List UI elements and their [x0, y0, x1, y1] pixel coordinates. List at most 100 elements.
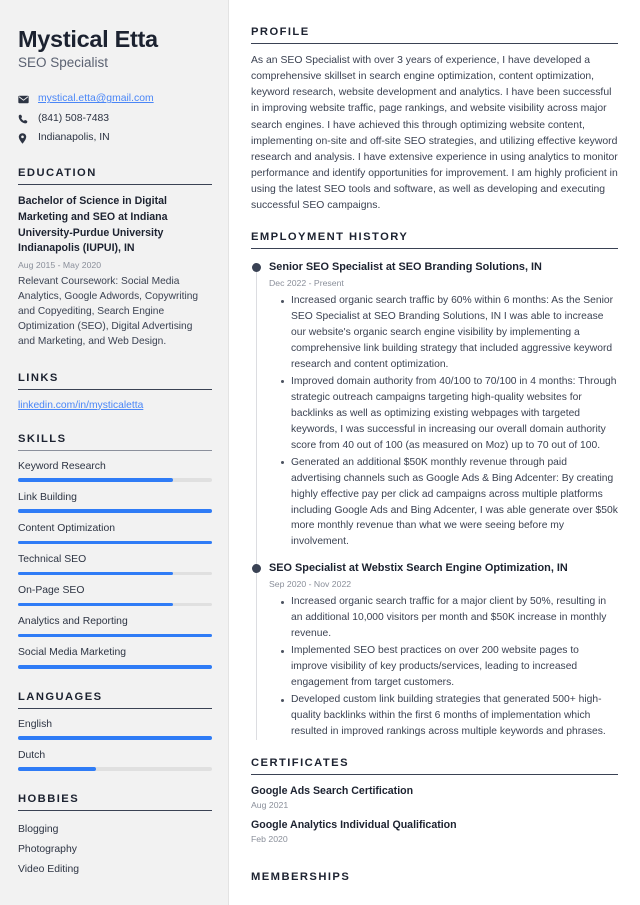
skill-level-track: [18, 664, 212, 669]
skill-level-fill: [18, 664, 212, 669]
section-education: EDUCATION Bachelor of Science in Digital…: [18, 167, 212, 349]
employment-bullet-list: Increased organic search traffic by 60% …: [269, 293, 618, 550]
section-links: LINKS linkedin.com/in/mysticaletta: [18, 372, 212, 411]
section-heading-education: EDUCATION: [18, 167, 97, 180]
language-item: English: [18, 718, 212, 740]
envelope-icon: [18, 95, 33, 104]
skill-item: Technical SEO: [18, 553, 212, 576]
sidebar: Mystical Etta SEO Specialist mystical.et…: [0, 0, 229, 905]
list-item: Improved domain authority from 40/100 to…: [281, 374, 618, 454]
skill-level-track: [18, 633, 212, 638]
language-level-fill: [18, 767, 96, 771]
phone-icon: [18, 114, 33, 124]
list-item: Increased organic search traffic for a m…: [281, 594, 618, 642]
location-text: Indianapolis, IN: [38, 132, 110, 144]
skill-item: Analytics and Reporting: [18, 615, 212, 638]
skill-level-track: [18, 571, 212, 576]
skill-level-track: [18, 478, 212, 482]
certificate-name: Google Ads Search Certification: [251, 784, 414, 797]
contact-item-location: Indianapolis, IN: [18, 131, 212, 145]
employment-entry: Senior SEO Specialist at SEO Branding So…: [251, 260, 618, 550]
skills-list: Keyword Research Link Building Content Opt…: [18, 451, 212, 669]
certificate-date: Feb 2020: [251, 834, 288, 845]
hobby-item: Blogging: [18, 823, 59, 835]
list-item: linkedin.com/in/mysticaletta: [18, 400, 212, 411]
section-heading-languages: LANGUAGES: [18, 690, 103, 703]
skill-level-track: [18, 540, 212, 545]
linkedin-link[interactable]: linkedin.com/in/mysticaletta: [18, 400, 143, 411]
certificate-name: Google Analytics Individual Qualificatio…: [251, 819, 457, 832]
skill-label: Link Building: [18, 491, 77, 503]
section-heading-links: LINKS: [18, 371, 59, 384]
phone-number: (841) 508-7483: [38, 112, 110, 124]
section-heading-memberships: MEMBERSHIPS: [251, 871, 351, 884]
skill-label: Content Optimization: [18, 523, 116, 535]
hobbies-list: Blogging Photography Video Editing: [18, 811, 212, 880]
list-item: Generated an additional $50K monthly rev…: [281, 455, 618, 551]
section-certificates: CERTIFICATES Google Ads Search Certifica…: [251, 756, 618, 845]
list-item: Increased organic search traffic by 60% …: [281, 293, 618, 373]
employment-date: Sep 2020 - Nov 2022: [269, 579, 352, 590]
language-label: English: [18, 718, 53, 730]
employment-timeline: Senior SEO Specialist at SEO Branding So…: [251, 260, 618, 740]
main-content: PROFILE As an SEO Specialist with over 3…: [229, 0, 640, 905]
section-skills: SKILLS Keyword Research Link Building Cont…: [18, 433, 212, 669]
skill-item: Link Building: [18, 491, 212, 514]
contact-item-phone: (841) 508-7483: [18, 112, 212, 126]
skill-item: On-Page SEO: [18, 584, 212, 607]
employment-entry: SEO Specialist at Webstix Search Engine …: [251, 561, 618, 740]
section-heading-skills: SKILLS: [18, 432, 67, 445]
section-languages: LANGUAGES English Dutch: [18, 691, 212, 771]
skill-label: Keyword Research: [18, 460, 106, 472]
language-label: Dutch: [18, 749, 46, 761]
section-heading-certificates: CERTIFICATES: [251, 756, 349, 769]
location-pin-icon: [18, 133, 33, 144]
skill-level-fill: [18, 571, 174, 576]
language-level-track: [18, 767, 212, 771]
certificate-entry: Google Ads Search Certification Aug 2021: [251, 784, 618, 810]
language-level-fill: [18, 736, 212, 740]
skill-item: Keyword Research: [18, 460, 212, 482]
list-item: Developed custom link building strategie…: [281, 692, 618, 740]
job-title-subtitle: SEO Specialist: [18, 55, 109, 71]
list-item: Implemented SEO best practices on over 2…: [281, 643, 618, 691]
section-heading-hobbies: HOBBIES: [18, 792, 80, 805]
skill-item: Content Optimization: [18, 522, 212, 545]
section-profile: PROFILE As an SEO Specialist with over 3…: [251, 26, 618, 214]
skill-level-track: [18, 509, 212, 514]
education-description: Relevant Coursework: Social Media Analyt…: [18, 275, 199, 347]
hobby-item: Photography: [18, 843, 77, 855]
section-heading-profile: PROFILE: [251, 26, 310, 38]
skill-label: Social Media Marketing: [18, 647, 126, 659]
hobby-item: Video Editing: [18, 863, 80, 875]
skill-label: Analytics and Reporting: [18, 616, 128, 628]
languages-list: English Dutch: [18, 709, 212, 771]
certificates-list: Google Ads Search Certification Aug 2021 G…: [251, 775, 618, 845]
skill-level-fill: [18, 602, 174, 607]
skill-item: Social Media Marketing: [18, 646, 212, 669]
education-degree: Bachelor of Science in Digital Marketing…: [18, 195, 168, 255]
page-title: Mystical Etta: [18, 26, 158, 52]
section-memberships: MEMBERSHIPS: [251, 871, 618, 888]
email-link[interactable]: mystical.etta@gmail.com: [38, 92, 154, 106]
contact-list: mystical.etta@gmail.com (841) 508-7483 I…: [18, 92, 212, 145]
skill-level-fill: [18, 633, 212, 638]
skill-label: Technical SEO: [18, 554, 87, 566]
section-hobbies: HOBBIES Blogging Photography Video Editing: [18, 793, 212, 880]
language-level-track: [18, 736, 212, 740]
contact-item-email: mystical.etta@gmail.com: [18, 92, 212, 106]
profile-text: As an SEO Specialist with over 3 years o…: [251, 55, 618, 212]
certificate-entry: Google Analytics Individual Qualificatio…: [251, 818, 618, 844]
certificate-date: Aug 2021: [251, 800, 289, 811]
section-employment-history: EMPLOYMENT HISTORY Senior SEO Specialist…: [251, 231, 618, 740]
language-item: Dutch: [18, 749, 212, 771]
employment-bullet-list: Increased organic search traffic for a m…: [269, 594, 618, 740]
skill-level-fill: [18, 540, 212, 545]
education-date: Aug 2015 - May 2020: [18, 259, 102, 270]
employment-title: SEO Specialist at Webstix Search Engine …: [269, 562, 568, 575]
skill-level-fill: [18, 509, 212, 514]
employment-date: Dec 2022 - Present: [269, 277, 344, 288]
skill-level-fill: [18, 478, 174, 482]
section-heading-employment: EMPLOYMENT HISTORY: [251, 231, 409, 244]
employment-title: Senior SEO Specialist at SEO Branding So…: [269, 261, 542, 274]
